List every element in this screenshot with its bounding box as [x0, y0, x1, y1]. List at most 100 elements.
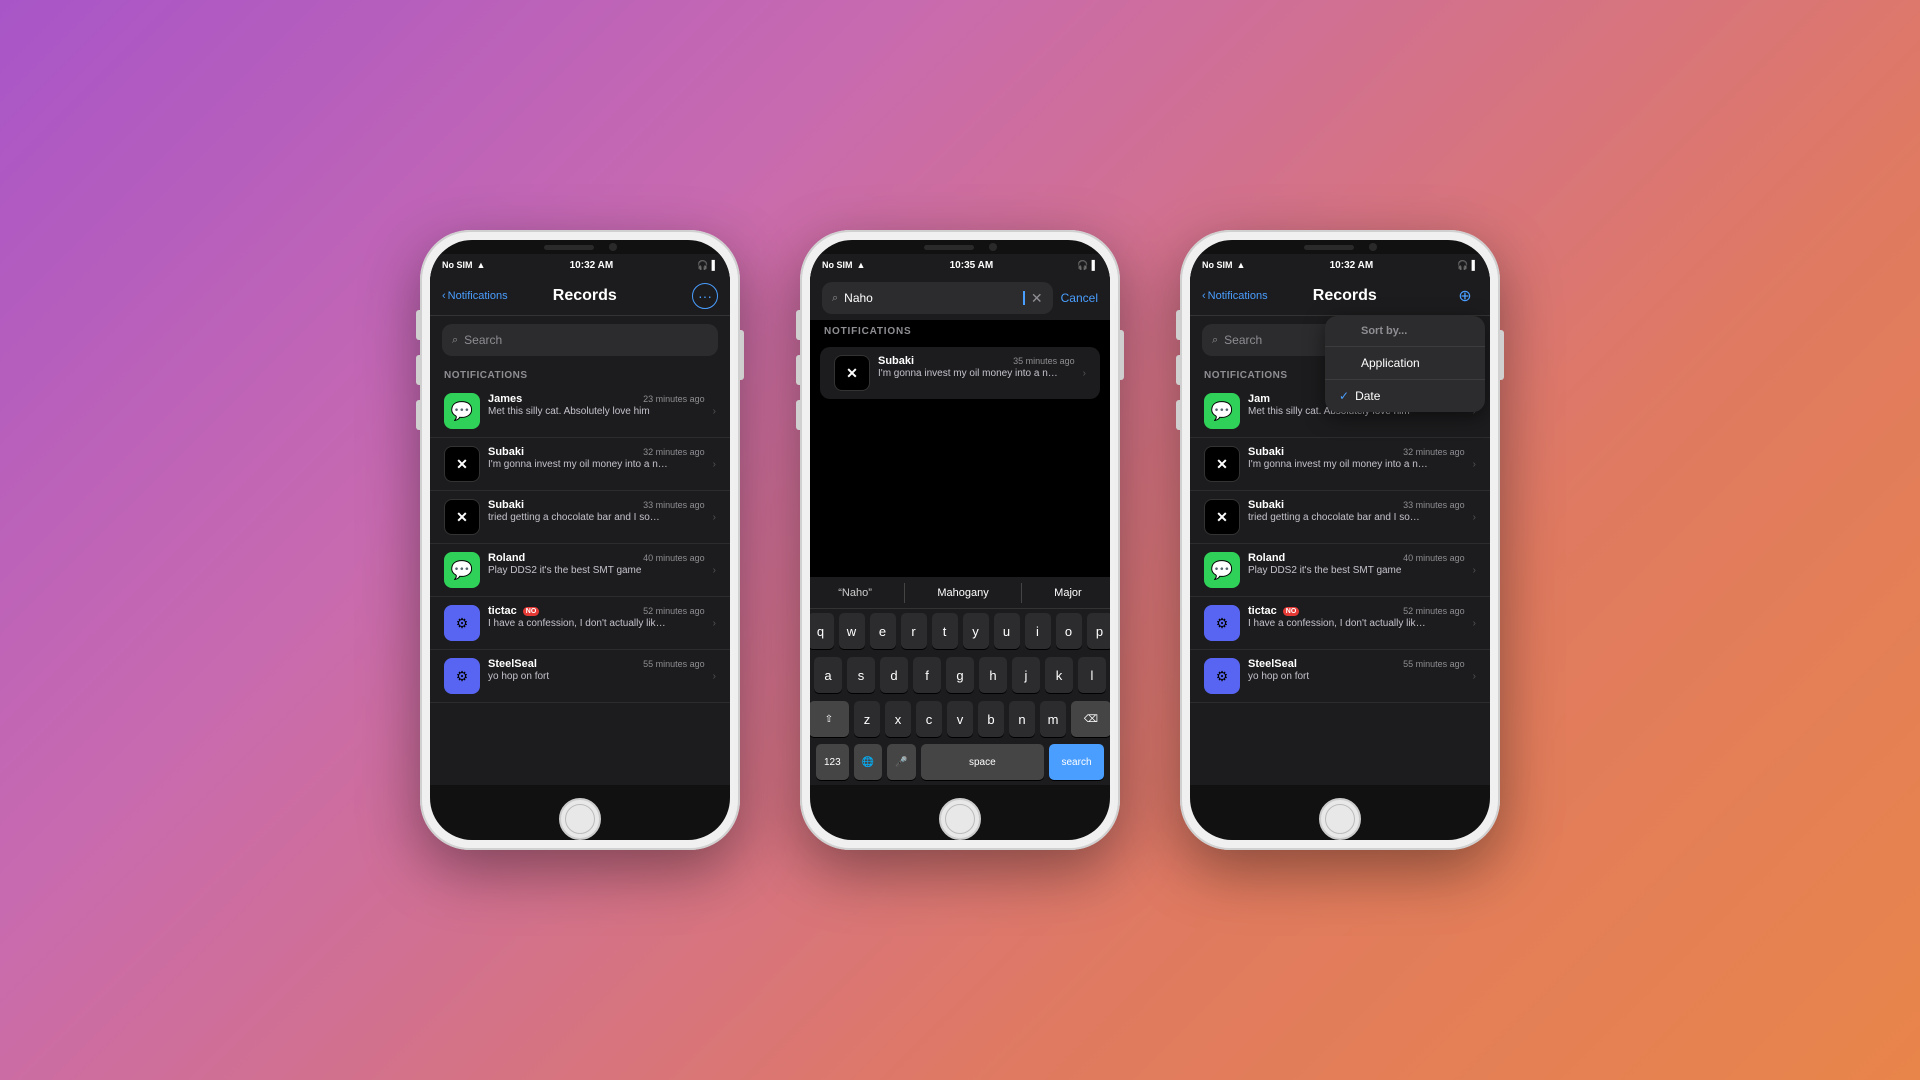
app-icon-x-2: ✕	[444, 499, 480, 535]
notif-item-3-4[interactable]: ⚙ tictac NO 52 minutes ago I have a conf…	[1190, 597, 1490, 650]
key-mic[interactable]: 🎤	[887, 744, 915, 780]
notif-header-3-4: tictac NO 52 minutes ago	[1248, 605, 1465, 617]
status-right-2: 🎧 ▌	[1077, 260, 1098, 271]
notif-item-1-3[interactable]: 💬 Roland 40 minutes ago Play DDS2 it's t…	[430, 544, 730, 597]
home-button-2[interactable]	[939, 798, 981, 840]
key-a[interactable]: a	[814, 657, 842, 693]
notif-content-3-5: SteelSeal 55 minutes ago yo hop on fort	[1248, 658, 1465, 683]
key-e[interactable]: e	[870, 613, 896, 649]
autocomplete-2[interactable]: Major	[1046, 583, 1090, 603]
keyboard: “Naho” Mahogany Major q w e r t y u i o	[810, 577, 1110, 785]
autocomplete-divider-1	[904, 583, 905, 603]
notif-item-1-0[interactable]: 💬 James 23 minutes ago Met this silly ca…	[430, 385, 730, 438]
notif-time-3-1: 32 minutes ago	[1403, 447, 1465, 457]
notif-text-1-5: yo hop on fort	[488, 670, 668, 683]
app-icon-m-3-0: 💬	[1204, 393, 1240, 429]
phone-1-display: No SIM ▲ 10:32 AM 🎧 ▌ ‹ Notifications Re…	[430, 254, 730, 785]
search-bar-1[interactable]: ⌕ Search	[442, 324, 718, 356]
key-w[interactable]: w	[839, 613, 865, 649]
notif-name-3-4: tictac NO	[1248, 605, 1299, 617]
autocomplete-0[interactable]: “Naho”	[830, 583, 880, 603]
home-button-ring-2	[945, 804, 975, 834]
wifi-icon-2: ▲	[857, 260, 866, 270]
notif-item-3-1[interactable]: ✕ Subaki 32 minutes ago I'm gonna invest…	[1190, 438, 1490, 491]
more-button-3[interactable]: ⊕	[1452, 283, 1478, 309]
notif-item-1-2[interactable]: ✕ Subaki 33 minutes ago tried getting a …	[430, 491, 730, 544]
search-input-container[interactable]: ⌕ Naho ✕	[822, 282, 1053, 314]
dropdown-date[interactable]: ✓ Date	[1325, 380, 1485, 412]
key-backspace[interactable]: ⌫	[1071, 701, 1110, 737]
dropdown-application[interactable]: Application	[1325, 347, 1485, 380]
search-button[interactable]: search	[1049, 744, 1104, 780]
result-header: Subaki 35 minutes ago	[878, 355, 1075, 367]
search-placeholder-1: Search	[464, 333, 502, 347]
phone-1-screen: No SIM ▲ 10:32 AM 🎧 ▌ ‹ Notifications Re…	[430, 240, 730, 840]
nav-title-3: Records	[1238, 287, 1452, 305]
key-v[interactable]: v	[947, 701, 973, 737]
key-i[interactable]: i	[1025, 613, 1051, 649]
notif-time-1-0: 23 minutes ago	[643, 394, 705, 404]
search-icon-1: ⌕	[452, 334, 458, 347]
autocomplete-1[interactable]: Mahogany	[929, 583, 996, 603]
key-j[interactable]: j	[1012, 657, 1040, 693]
home-button-3[interactable]	[1319, 798, 1361, 840]
key-p[interactable]: p	[1087, 613, 1111, 649]
search-result-item[interactable]: ✕ Subaki 35 minutes ago I'm gonna invest…	[820, 347, 1100, 399]
notif-item-3-2[interactable]: ✕ Subaki 33 minutes ago tried getting a …	[1190, 491, 1490, 544]
speaker	[544, 245, 594, 250]
key-o[interactable]: o	[1056, 613, 1082, 649]
key-z[interactable]: z	[854, 701, 880, 737]
notif-header-1-1: Subaki 32 minutes ago	[488, 446, 705, 458]
notif-item-3-3[interactable]: 💬 Roland 40 minutes ago Play DDS2 it's t…	[1190, 544, 1490, 597]
key-l[interactable]: l	[1078, 657, 1106, 693]
notif-item-1-4[interactable]: ⚙ tictac NO 52 minutes ago I have a conf…	[430, 597, 730, 650]
key-y[interactable]: y	[963, 613, 989, 649]
home-button-1[interactable]	[559, 798, 601, 840]
notif-time-3-5: 55 minutes ago	[1403, 659, 1465, 669]
key-m[interactable]: m	[1040, 701, 1066, 737]
key-u[interactable]: u	[994, 613, 1020, 649]
date-label: Date	[1355, 389, 1380, 403]
notif-name-3-0: Jam	[1248, 393, 1270, 405]
status-bar-1: No SIM ▲ 10:32 AM 🎧 ▌	[430, 254, 730, 276]
key-t[interactable]: t	[932, 613, 958, 649]
notif-text-1-4: I have a confession, I don't actually li…	[488, 617, 668, 630]
key-r[interactable]: r	[901, 613, 927, 649]
key-q[interactable]: q	[810, 613, 834, 649]
notif-item-3-5[interactable]: ⚙ SteelSeal 55 minutes ago yo hop on for…	[1190, 650, 1490, 703]
status-right-3: 🎧 ▌	[1457, 260, 1478, 271]
key-shift[interactable]: ⇧	[810, 701, 849, 737]
key-123[interactable]: 123	[816, 744, 849, 780]
notif-item-1-5[interactable]: ⚙ SteelSeal 55 minutes ago yo hop on for…	[430, 650, 730, 703]
clear-icon[interactable]: ✕	[1031, 290, 1043, 307]
key-x[interactable]: x	[885, 701, 911, 737]
key-n[interactable]: n	[1009, 701, 1035, 737]
notif-content-1-1: Subaki 32 minutes ago I'm gonna invest m…	[488, 446, 705, 471]
key-space[interactable]: space	[921, 744, 1044, 780]
more-button-1[interactable]: ···	[692, 283, 718, 309]
key-k[interactable]: k	[1045, 657, 1073, 693]
key-s[interactable]: s	[847, 657, 875, 693]
cancel-button[interactable]: Cancel	[1061, 291, 1098, 305]
kb-row-4: 123 🌐 🎤 space search	[810, 741, 1110, 785]
key-h[interactable]: h	[979, 657, 1007, 693]
time-display: 10:32 AM	[570, 260, 614, 271]
notif-text-3-1: I'm gonna invest my oil money into a nah…	[1248, 458, 1428, 471]
notif-text-1-0: Met this silly cat. Absolutely love him	[488, 405, 668, 418]
chevron-right-icon-1-4: ›	[713, 618, 716, 629]
notif-content-1-0: James 23 minutes ago Met this silly cat.…	[488, 393, 705, 418]
chevron-right-icon-1-0: ›	[713, 406, 716, 417]
key-d[interactable]: d	[880, 657, 908, 693]
key-b[interactable]: b	[978, 701, 1004, 737]
phone-1: No SIM ▲ 10:32 AM 🎧 ▌ ‹ Notifications Re…	[420, 230, 740, 850]
key-globe[interactable]: 🌐	[854, 744, 882, 780]
notif-item-1-1[interactable]: ✕ Subaki 32 minutes ago I'm gonna invest…	[430, 438, 730, 491]
key-c[interactable]: c	[916, 701, 942, 737]
key-f[interactable]: f	[913, 657, 941, 693]
notif-app-name-1-1: Subaki	[488, 446, 524, 458]
key-g[interactable]: g	[946, 657, 974, 693]
notif-content-1-4: tictac NO 52 minutes ago I have a confes…	[488, 605, 705, 630]
notif-content-3-1: Subaki 32 minutes ago I'm gonna invest m…	[1248, 446, 1465, 471]
time-display-2: 10:35 AM	[950, 260, 994, 271]
camera-2	[989, 243, 997, 251]
